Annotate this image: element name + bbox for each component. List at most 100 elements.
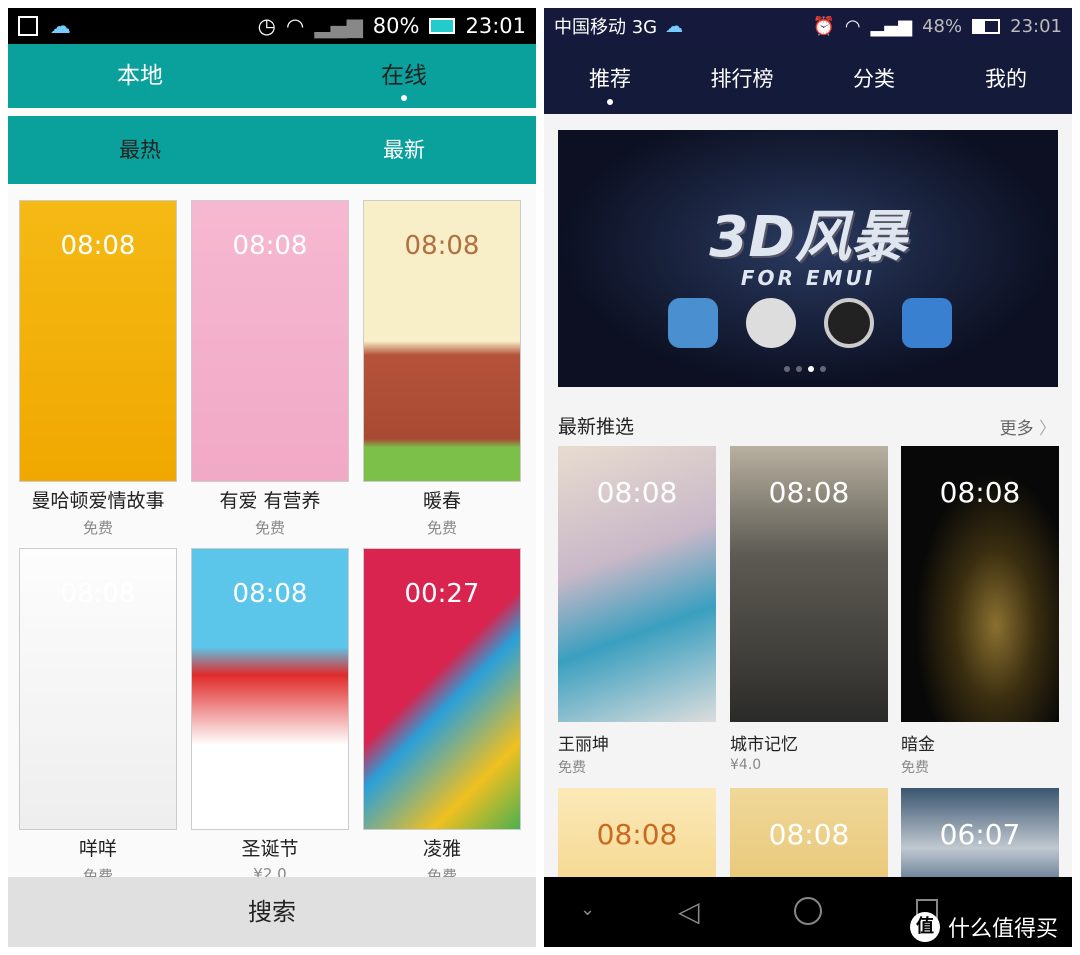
tab-3[interactable]: 我的 <box>940 44 1072 114</box>
thumbnail-clock: 08:08 <box>596 476 678 509</box>
thumbnail-clock: 08:08 <box>768 818 850 851</box>
thumbnail-clock: 08:08 <box>60 579 136 609</box>
status-bar: 中国移动 3G ☁ ⏰ ◠ ▂▄▆ 48% 23:01 <box>544 8 1072 44</box>
zhi-logo-icon: 值 <box>910 912 940 942</box>
theme-thumbnail: 08:08 <box>730 446 888 722</box>
theme-card[interactable]: 08:08 暖春 免费 <box>363 200 521 538</box>
thumbnail-clock: 08:08 <box>232 231 308 261</box>
page-dot[interactable] <box>820 366 826 372</box>
banner-title: 3D风暴 <box>709 205 907 270</box>
tab-label: 推荐 <box>589 67 631 91</box>
page-dot[interactable] <box>796 366 802 372</box>
theme-card[interactable]: 08:08 <box>558 788 716 888</box>
theme-thumbnail: 08:08 <box>191 548 349 830</box>
banner-icons <box>668 298 952 348</box>
thumbnail-clock: 08:08 <box>939 476 1021 509</box>
banner-subtitle: FOR EMUI <box>740 266 876 290</box>
thumbnail-clock: 06:07 <box>939 818 1021 851</box>
back-icon[interactable]: ◁ <box>678 895 700 928</box>
active-indicator <box>607 99 613 105</box>
thumbnail-clock: 08:08 <box>404 231 480 261</box>
alarm-icon: ◷ <box>257 14 276 38</box>
home-icon[interactable] <box>794 897 822 925</box>
thumbnail-clock: 08:08 <box>60 231 136 261</box>
theme-card[interactable]: 00:27 凌雅 免费 <box>363 548 521 886</box>
left-phone-screen: ☁ ◷ ◠ ▂▄▆ 80% 23:01 本地 在线 最热 最新 08:08 曼哈… <box>8 8 536 947</box>
thumbnail-clock: 00:27 <box>404 579 480 609</box>
theme-price: 免费 <box>901 760 929 776</box>
theme-title: 圣诞节 <box>241 838 299 860</box>
theme-card[interactable]: 06:07 <box>901 788 1059 888</box>
tab-online[interactable]: 在线 <box>272 44 536 108</box>
theme-thumbnail: 08:08 <box>558 446 716 722</box>
tab-1[interactable]: 排行榜 <box>676 44 808 114</box>
theme-price: 免费 <box>254 519 285 537</box>
clock: 23:01 <box>465 14 526 38</box>
theme-thumbnail: 08:08 <box>901 446 1059 722</box>
theme-price: 免费 <box>426 519 457 537</box>
main-tabs: 推荐 排行榜 分类 我的 <box>544 44 1072 114</box>
search-button[interactable]: 搜索 <box>8 877 536 947</box>
theme-card[interactable]: 08:08 <box>730 788 888 888</box>
signal-icon: ▂▄▆ <box>870 15 913 37</box>
theme-card[interactable]: 08:08 圣诞节 ¥2.0 <box>191 548 349 883</box>
main-tabs: 本地 在线 <box>8 44 536 108</box>
page-dot[interactable] <box>808 366 814 372</box>
theme-title: 暗金 <box>901 735 935 755</box>
tab-label: 分类 <box>853 67 895 91</box>
theme-card[interactable]: 08:08 曼哈顿爱情故事 免费 <box>19 200 177 538</box>
battery-icon <box>429 18 456 34</box>
theme-thumbnail: 08:08 <box>191 200 349 482</box>
page-dot[interactable] <box>784 366 790 372</box>
watermark: 值 什么值得买 <box>910 911 1058 943</box>
tab-label: 排行榜 <box>710 67 774 91</box>
theme-thumbnail: 00:27 <box>363 548 521 830</box>
tab-0[interactable]: 推荐 <box>544 44 676 114</box>
theme-price: ¥4.0 <box>730 757 762 773</box>
carrier: 中国移动 3G <box>554 17 658 38</box>
theme-title: 曼哈顿爱情故事 <box>31 490 165 512</box>
theme-thumbnail: 08:08 <box>19 548 177 830</box>
alarm-icon: ⏰ <box>812 15 835 37</box>
wifi-icon: ◠ <box>286 14 305 38</box>
theme-thumbnail: 08:08 <box>19 200 177 482</box>
thumbnail-clock: 08:08 <box>768 476 850 509</box>
theme-title: 凌雅 <box>422 838 461 860</box>
clock: 23:01 <box>1010 15 1062 37</box>
app-icon <box>824 298 874 348</box>
theme-title: 城市记忆 <box>730 735 798 755</box>
sub-tabs: 最热 最新 <box>8 116 536 184</box>
more-link[interactable]: 更多 〉 <box>1000 414 1056 439</box>
more-label: 更多 <box>999 419 1034 439</box>
tab-2[interactable]: 分类 <box>808 44 940 114</box>
theme-card[interactable]: 08:08 有爱 有营养 免费 <box>191 200 349 538</box>
banner[interactable]: 3D风暴 FOR EMUI <box>558 130 1058 387</box>
theme-thumbnail: 08:08 <box>730 788 888 888</box>
tab-label: 我的 <box>985 67 1027 91</box>
tab-hottest[interactable]: 最热 <box>8 116 272 184</box>
thumbnail-clock: 08:08 <box>596 818 678 851</box>
theme-card[interactable]: 08:08 暗金免费 <box>901 446 1059 777</box>
tab-label: 在线 <box>381 63 427 89</box>
section-title: 最新推选 <box>558 416 635 438</box>
app-icon <box>746 298 796 348</box>
chevron-down-icon[interactable]: ⌄ <box>580 899 595 920</box>
banner-page-indicator <box>784 366 826 372</box>
right-phone-screen: 中国移动 3G ☁ ⏰ ◠ ▂▄▆ 48% 23:01 推荐 排行榜 分类 我的 3D… <box>544 8 1072 947</box>
watermark-text: 什么值得买 <box>948 917 1059 942</box>
theme-card[interactable]: 08:08 王丽坤免费 <box>558 446 716 777</box>
theme-card[interactable]: 08:08 城市记忆 ¥4.0 <box>730 446 888 773</box>
theme-title: 王丽坤 <box>558 735 609 755</box>
theme-thumbnail: 06:07 <box>901 788 1059 888</box>
chevron-right-icon: 〉 <box>1039 419 1056 439</box>
status-bar: ☁ ◷ ◠ ▂▄▆ 80% 23:01 <box>8 8 536 44</box>
theme-price: 免费 <box>558 760 586 776</box>
tab-newest[interactable]: 最新 <box>272 116 536 184</box>
thumbnail-clock: 08:08 <box>232 579 308 609</box>
tab-local[interactable]: 本地 <box>8 44 272 108</box>
theme-title: 有爱 有营养 <box>219 490 321 512</box>
theme-card[interactable]: 08:08 咩咩 免费 <box>19 548 177 886</box>
theme-price: 免费 <box>82 519 113 537</box>
theme-thumbnail: 08:08 <box>558 788 716 888</box>
battery-icon <box>972 18 1001 34</box>
